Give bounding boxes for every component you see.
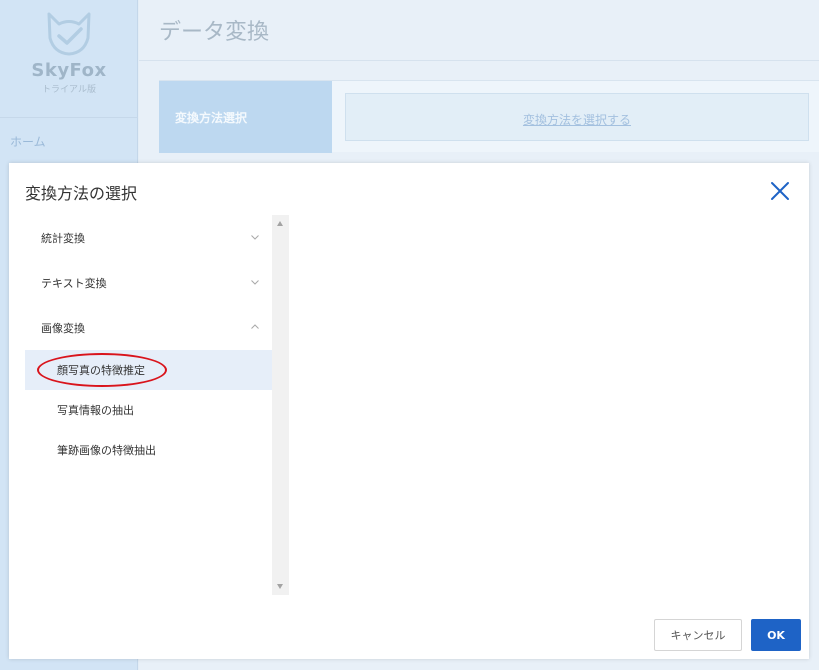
chevron-down-icon (251, 235, 259, 240)
tree-item-image[interactable]: 画像変換 (25, 305, 272, 350)
tree-leaf-label: 筆跡画像の特徴抽出 (57, 444, 156, 457)
ok-button[interactable]: OK (751, 619, 801, 651)
tree-leaf-label: 写真情報の抽出 (57, 404, 134, 417)
sidebar-item-home[interactable]: ホーム (10, 133, 46, 150)
logo-text: SkyFox (31, 60, 107, 81)
close-button[interactable] (768, 179, 792, 203)
tree-item-text[interactable]: テキスト変換 (25, 260, 272, 305)
tree-leaf-face-photo-features[interactable]: 顔写真の特徴推定 (25, 350, 272, 390)
title-divider (139, 60, 819, 61)
tree-item-label: テキスト変換 (41, 276, 107, 290)
method-tree: 統計変換 テキスト変換 画像変換 顔写真の特徴推定 写真情報の抽出 筆跡画像の特… (25, 215, 272, 595)
tree-item-label: 統計変換 (41, 231, 85, 245)
tree-leaf-handwriting-features[interactable]: 筆跡画像の特徴抽出 (25, 430, 272, 470)
conversion-method-field: 変換方法を選択する (345, 93, 809, 141)
sidebar-divider (0, 117, 138, 118)
logo-subtitle: トライアル版 (42, 85, 96, 95)
tree-item-statistics[interactable]: 統計変換 (25, 215, 272, 260)
page-title: データ変換 (159, 20, 270, 45)
close-icon (771, 182, 789, 200)
chevron-up-icon (251, 324, 259, 329)
scroll-up-arrow[interactable] (277, 221, 283, 226)
conversion-method-label: 変換方法選択 (159, 81, 332, 153)
dialog-title: 変換方法の選択 (25, 184, 138, 203)
tree-leaf-photo-info-extraction[interactable]: 写真情報の抽出 (25, 390, 272, 430)
scroll-down-arrow[interactable] (277, 584, 283, 589)
cancel-button[interactable]: キャンセル (654, 619, 742, 651)
tree-item-label: 画像変換 (41, 321, 85, 335)
app-logo[interactable]: SkyFox トライアル版 (0, 8, 138, 108)
fox-check-icon (47, 12, 91, 56)
tree-scrollbar[interactable] (272, 215, 289, 595)
conversion-method-row: 変換方法選択 変換方法を選択する (159, 80, 819, 153)
select-method-dialog: 変換方法の選択 統計変換 テキスト変換 画像変換 顔写真の特徴推定 写真情報の抽… (9, 163, 809, 659)
chevron-down-icon (251, 280, 259, 285)
tree-leaf-label: 顔写真の特徴推定 (57, 364, 145, 377)
select-method-link[interactable]: 変換方法を選択する (523, 113, 631, 127)
